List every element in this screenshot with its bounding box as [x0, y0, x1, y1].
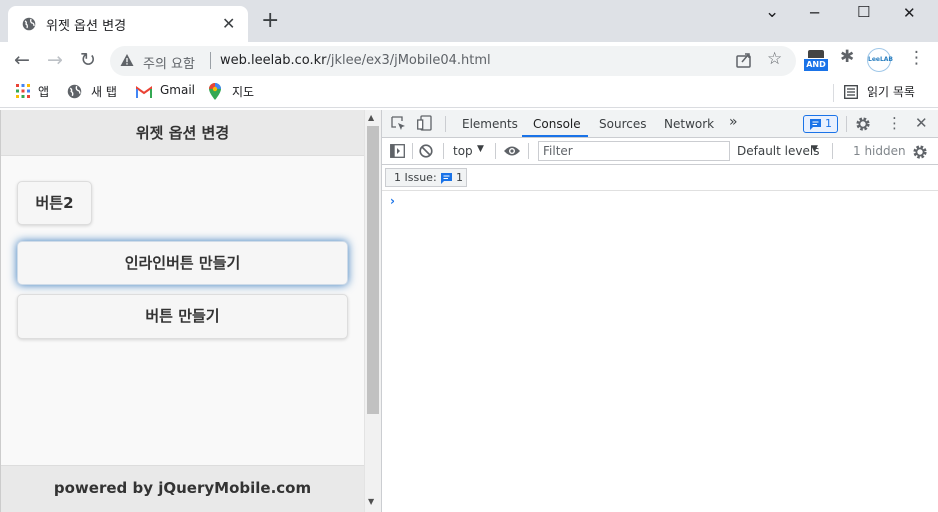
- close-devtools-icon[interactable]: ✕: [915, 114, 928, 132]
- window-close-button[interactable]: ✕: [903, 4, 916, 22]
- message-icon: [441, 173, 452, 184]
- issues-badge[interactable]: 1: [803, 115, 838, 133]
- bookmark-star-icon[interactable]: ☆: [767, 49, 782, 69]
- filter-input[interactable]: Filter: [538, 141, 730, 161]
- context-selector[interactable]: top: [453, 144, 473, 158]
- scroll-down-arrow[interactable]: ▼: [368, 497, 374, 506]
- and-badge: AND: [804, 59, 828, 71]
- bookmarks-divider: [833, 84, 834, 102]
- address-bar[interactable]: 주의 요함 web.leelab.co.kr/jklee/ex3/jMobile…: [110, 46, 796, 76]
- page-header: 위젯 옵션 변경: [1, 110, 364, 156]
- live-expression-eye-icon[interactable]: [503, 145, 521, 157]
- issues-label: 1 Issue:: [394, 171, 437, 184]
- share-icon[interactable]: [735, 51, 753, 69]
- tab-strip: 위젯 옵션 변경 ✕ + ⌄ ─ ☐ ✕: [0, 0, 938, 42]
- gmail-icon[interactable]: [136, 86, 152, 98]
- back-button[interactable]: ←: [10, 48, 34, 72]
- create-button[interactable]: 버튼 만들기: [17, 294, 348, 339]
- bookmark-new-tab[interactable]: 새 탭: [91, 83, 117, 100]
- new-tab-button[interactable]: +: [261, 10, 279, 32]
- url-host: web.leelab.co.kr: [220, 53, 327, 68]
- toolbar-divider: [495, 143, 496, 159]
- reading-list-icon[interactable]: [844, 85, 858, 99]
- toolbar-divider: [832, 143, 833, 159]
- issues-button[interactable]: 1 Issue: 1: [385, 168, 467, 187]
- reload-button[interactable]: ↻: [76, 48, 100, 72]
- devtools-panel: Elements Console Sources Network » 1 ⋮ ✕: [381, 110, 938, 512]
- scroll-up-arrow[interactable]: ▲: [368, 113, 374, 122]
- and-extension-icon[interactable]: AND: [804, 50, 828, 72]
- warning-icon[interactable]: [120, 53, 134, 67]
- bookmark-apps[interactable]: 앱: [38, 83, 49, 100]
- more-tabs-icon[interactable]: »: [729, 114, 738, 130]
- browser-menu-icon[interactable]: ⋮: [908, 48, 925, 68]
- url-path: /jklee/ex3/jMobile04.html: [326, 53, 491, 68]
- issues-row: 1 Issue: 1: [382, 165, 938, 191]
- maps-pin-icon[interactable]: [209, 83, 221, 100]
- chevron-down-icon[interactable]: ⌄: [765, 2, 779, 22]
- reading-list-label[interactable]: 읽기 목록: [867, 83, 915, 100]
- button-2[interactable]: 버튼2: [17, 181, 92, 225]
- printer-top-shape: [808, 50, 824, 58]
- context-dropdown-icon[interactable]: ▼: [477, 144, 484, 154]
- device-toolbar-icon[interactable]: [417, 115, 432, 131]
- issues-badge-count: 1: [825, 117, 832, 130]
- toolbar-divider: [443, 143, 444, 159]
- active-tab-indicator: [522, 135, 588, 137]
- levels-dropdown-icon[interactable]: ▼: [811, 144, 818, 154]
- hidden-count: 1 hidden: [853, 144, 906, 158]
- console-settings-gear-icon[interactable]: [912, 144, 928, 160]
- globe-icon[interactable]: [67, 84, 82, 99]
- bookmark-maps[interactable]: 지도: [232, 83, 254, 100]
- tab-elements[interactable]: Elements: [462, 117, 518, 131]
- console-prompt[interactable]: ›: [390, 194, 395, 208]
- tab-bar-divider: [846, 116, 847, 132]
- omnibox-separator: [210, 52, 211, 69]
- message-icon: [810, 119, 821, 130]
- tab-network[interactable]: Network: [664, 117, 714, 131]
- console-toolbar: top ▼ Filter Default levels ▼ 1 hidden: [382, 138, 938, 165]
- page-scrollbar[interactable]: ▲ ▼: [364, 110, 381, 512]
- bookmarks-bar: 앱 새 탭 Gmail 지도 읽기 목록: [0, 78, 938, 108]
- security-label[interactable]: 주의 요함: [143, 53, 195, 72]
- apps-grid-icon[interactable]: [16, 84, 30, 98]
- minimize-button[interactable]: ─: [810, 4, 819, 22]
- page-viewport: 위젯 옵션 변경 버튼2 인라인버튼 만들기 버튼 만들기 powered by…: [0, 110, 364, 512]
- browser-toolbar: ← → ↻ 주의 요함 web.leelab.co.kr/jklee/ex3/j…: [0, 42, 938, 78]
- toolbar-divider: [528, 143, 529, 159]
- inspect-element-icon[interactable]: [391, 116, 406, 131]
- browser-tab[interactable]: 위젯 옵션 변경 ✕: [8, 6, 248, 42]
- settings-gear-icon[interactable]: [855, 116, 871, 132]
- sidebar-toggle-icon[interactable]: [390, 144, 405, 158]
- toolbar-divider: [412, 143, 413, 159]
- issues-count: 1: [456, 171, 463, 184]
- scroll-thumb[interactable]: [367, 126, 379, 414]
- page-footer: powered by jQueryMobile.com: [1, 465, 364, 512]
- leelab-avatar[interactable]: LeeLAB: [867, 48, 893, 72]
- url-text[interactable]: web.leelab.co.kr/jklee/ex3/jMobile04.htm…: [220, 53, 491, 68]
- tab-sources[interactable]: Sources: [599, 117, 646, 131]
- tab-title: 위젯 옵션 변경: [46, 19, 127, 34]
- devtools-tab-bar: Elements Console Sources Network » 1 ⋮ ✕: [382, 110, 938, 138]
- globe-icon: [22, 17, 36, 31]
- tab-console[interactable]: Console: [533, 117, 581, 131]
- maximize-button[interactable]: ☐: [857, 3, 870, 21]
- bookmark-gmail[interactable]: Gmail: [160, 83, 195, 97]
- puzzle-extensions-icon[interactable]: ✱: [840, 47, 854, 67]
- devtools-menu-icon[interactable]: ⋮: [887, 114, 902, 132]
- tab-bar-divider: [445, 116, 446, 132]
- forward-button[interactable]: →: [43, 48, 67, 72]
- create-inline-button[interactable]: 인라인버튼 만들기: [17, 241, 348, 285]
- log-levels-dropdown[interactable]: Default levels: [737, 144, 819, 158]
- clear-console-icon[interactable]: [419, 144, 433, 158]
- close-tab-icon[interactable]: ✕: [222, 14, 235, 33]
